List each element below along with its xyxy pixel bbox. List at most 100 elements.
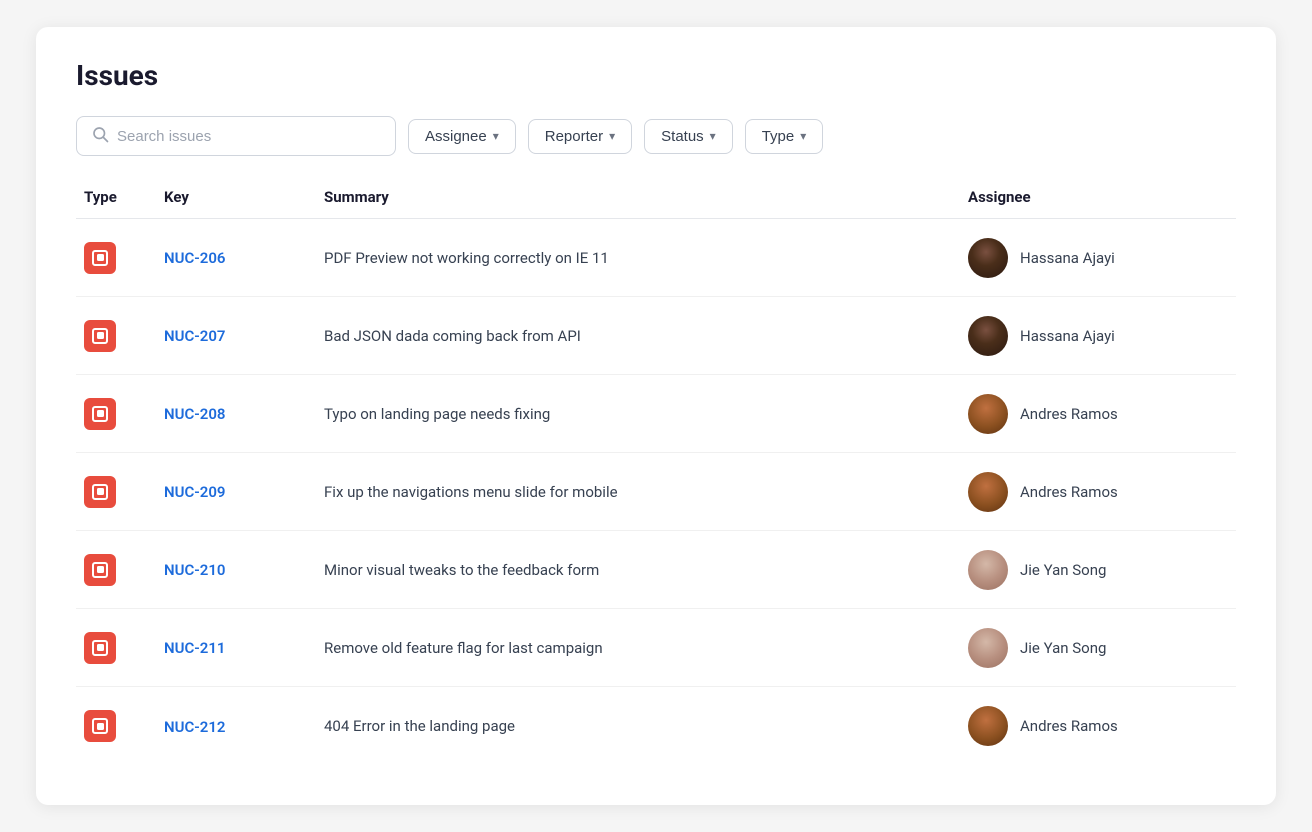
bug-icon-square [92, 406, 108, 422]
table-row[interactable]: NUC-207 Bad JSON dada coming back from A… [76, 297, 1236, 375]
summary-cell: Fix up the navigations menu slide for mo… [324, 483, 968, 501]
table-body: NUC-206 PDF Preview not working correctl… [76, 219, 1236, 765]
table-row[interactable]: NUC-210 Minor visual tweaks to the feedb… [76, 531, 1236, 609]
key-cell[interactable]: NUC-212 [164, 717, 324, 736]
avatar [968, 238, 1008, 278]
issue-key-link[interactable]: NUC-208 [164, 405, 225, 423]
bug-icon-square [92, 562, 108, 578]
bug-icon-inner-square [97, 332, 104, 339]
bug-icon-square [92, 718, 108, 734]
key-cell[interactable]: NUC-210 [164, 560, 324, 579]
avatar [968, 706, 1008, 746]
table-row[interactable]: NUC-209 Fix up the navigations menu slid… [76, 453, 1236, 531]
assignee-filter-button[interactable]: Assignee ▾ [408, 119, 516, 154]
issue-key-link[interactable]: NUC-206 [164, 249, 225, 267]
assignee-filter-label: Assignee [425, 128, 487, 145]
reporter-filter-label: Reporter [545, 128, 603, 145]
summary-cell: 404 Error in the landing page [324, 717, 968, 735]
bug-icon-inner-square [97, 566, 104, 573]
avatar [968, 472, 1008, 512]
key-cell[interactable]: NUC-207 [164, 326, 324, 345]
bug-icon-inner-square [97, 723, 104, 730]
status-filter-button[interactable]: Status ▾ [644, 119, 733, 154]
type-cell [84, 554, 164, 586]
assignee-name: Hassana Ajayi [1020, 327, 1115, 345]
bug-type-icon [84, 632, 116, 664]
key-cell[interactable]: NUC-208 [164, 404, 324, 423]
type-cell [84, 476, 164, 508]
bug-icon-square [92, 328, 108, 344]
type-cell [84, 320, 164, 352]
assignee-cell: Hassana Ajayi [968, 316, 1228, 356]
issue-key-link[interactable]: NUC-212 [164, 718, 225, 736]
search-icon [91, 125, 109, 147]
summary-cell: Minor visual tweaks to the feedback form [324, 561, 968, 579]
summary-cell: PDF Preview not working correctly on IE … [324, 249, 968, 267]
col-header-key: Key [164, 188, 324, 206]
search-input[interactable] [117, 128, 381, 145]
status-filter-label: Status [661, 128, 704, 145]
bug-icon-inner-square [97, 410, 104, 417]
assignee-name: Hassana Ajayi [1020, 249, 1115, 267]
assignee-name: Jie Yan Song [1020, 561, 1106, 579]
assignee-cell: Jie Yan Song [968, 628, 1228, 668]
table-header: Type Key Summary Assignee [76, 188, 1236, 219]
col-header-type: Type [84, 188, 164, 206]
type-cell [84, 398, 164, 430]
table-row[interactable]: NUC-212 404 Error in the landing page An… [76, 687, 1236, 765]
table-row[interactable]: NUC-206 PDF Preview not working correctl… [76, 219, 1236, 297]
avatar [968, 394, 1008, 434]
type-filter-label: Type [762, 128, 795, 145]
col-header-assignee: Assignee [968, 188, 1228, 206]
bug-type-icon [84, 320, 116, 352]
bug-type-icon [84, 398, 116, 430]
avatar [968, 316, 1008, 356]
assignee-cell: Hassana Ajayi [968, 238, 1228, 278]
issue-key-link[interactable]: NUC-209 [164, 483, 225, 501]
col-header-summary: Summary [324, 188, 968, 206]
table-row[interactable]: NUC-208 Typo on landing page needs fixin… [76, 375, 1236, 453]
reporter-filter-button[interactable]: Reporter ▾ [528, 119, 632, 154]
summary-cell: Remove old feature flag for last campaig… [324, 639, 968, 657]
assignee-cell: Andres Ramos [968, 472, 1228, 512]
chevron-down-icon: ▾ [800, 129, 806, 143]
bug-icon-inner-square [97, 254, 104, 261]
assignee-name: Andres Ramos [1020, 405, 1118, 423]
key-cell[interactable]: NUC-209 [164, 482, 324, 501]
assignee-cell: Andres Ramos [968, 394, 1228, 434]
bug-type-icon [84, 242, 116, 274]
summary-cell: Bad JSON dada coming back from API [324, 327, 968, 345]
issue-key-link[interactable]: NUC-210 [164, 561, 225, 579]
issue-key-link[interactable]: NUC-207 [164, 327, 225, 345]
avatar [968, 550, 1008, 590]
type-cell [84, 632, 164, 664]
bug-icon-inner-square [97, 488, 104, 495]
assignee-name: Andres Ramos [1020, 717, 1118, 735]
bug-icon-square [92, 640, 108, 656]
page-title: Issues [76, 59, 1236, 92]
toolbar: Assignee ▾ Reporter ▾ Status ▾ Type ▾ [76, 116, 1236, 156]
issue-key-link[interactable]: NUC-211 [164, 639, 225, 657]
bug-type-icon [84, 476, 116, 508]
key-cell[interactable]: NUC-206 [164, 248, 324, 267]
key-cell[interactable]: NUC-211 [164, 638, 324, 657]
type-cell [84, 242, 164, 274]
bug-icon-square [92, 250, 108, 266]
bug-icon-square [92, 484, 108, 500]
table-row[interactable]: NUC-211 Remove old feature flag for last… [76, 609, 1236, 687]
bug-type-icon [84, 710, 116, 742]
bug-type-icon [84, 554, 116, 586]
type-filter-button[interactable]: Type ▾ [745, 119, 824, 154]
assignee-cell: Andres Ramos [968, 706, 1228, 746]
search-wrapper[interactable] [76, 116, 396, 156]
issues-card: Issues Assignee ▾ Reporter ▾ Status ▾ Ty… [36, 27, 1276, 805]
chevron-down-icon: ▾ [710, 129, 716, 143]
issues-table: Type Key Summary Assignee NUC-206 PDF Pr… [76, 188, 1236, 765]
summary-cell: Typo on landing page needs fixing [324, 405, 968, 423]
type-cell [84, 710, 164, 742]
assignee-cell: Jie Yan Song [968, 550, 1228, 590]
assignee-name: Jie Yan Song [1020, 639, 1106, 657]
avatar [968, 628, 1008, 668]
chevron-down-icon: ▾ [493, 129, 499, 143]
assignee-name: Andres Ramos [1020, 483, 1118, 501]
